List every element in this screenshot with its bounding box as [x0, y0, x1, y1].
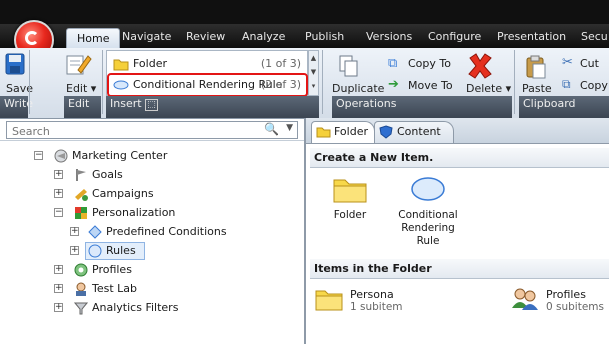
collapse-icon[interactable]: − [54, 208, 63, 217]
expand-icon[interactable]: + [70, 227, 79, 236]
section-header-items: Items in the Folder [310, 259, 609, 279]
tab-folder[interactable]: Folder [311, 121, 375, 143]
group-label-write: Write [0, 96, 33, 118]
tab-review[interactable]: Review [186, 30, 225, 43]
delete-label: Delete ▾ [466, 82, 512, 95]
delete-button[interactable] [466, 52, 494, 80]
folder-icon [315, 290, 343, 311]
copy-to-icon: ⧉ [388, 56, 398, 71]
profiles-folder-item[interactable] [510, 286, 540, 312]
section-header-create: Create a New Item. [310, 148, 609, 168]
create-folder-label: Folder [333, 209, 367, 221]
folder-icon [333, 179, 367, 203]
gallery-scrollbar[interactable]: ▲ ▼ ▾ [308, 50, 319, 96]
expand-icon[interactable]: + [70, 246, 79, 255]
create-conditional-rendering-rule-item[interactable] [410, 176, 446, 202]
tab-configure[interactable]: Configure [428, 30, 481, 43]
profiles-icon [74, 263, 88, 277]
tab-navigate[interactable]: Navigate [122, 30, 171, 43]
paste-button[interactable] [524, 54, 548, 80]
copy-button[interactable]: ⧉ Copy [562, 77, 609, 94]
pane-splitter[interactable] [304, 118, 306, 344]
expand-icon[interactable]: + [54, 265, 63, 274]
floppy-disk-icon [5, 53, 25, 75]
folder-icon [113, 59, 129, 71]
dialog-launcher-icon[interactable]: ⬚ [145, 99, 158, 111]
paste-clipboard-icon [526, 55, 546, 79]
move-to-icon: ➔ [388, 77, 399, 92]
copy-to-button[interactable]: ⧉ Copy To [388, 56, 460, 72]
content-shield-icon [379, 125, 393, 139]
duplicate-icon [339, 55, 358, 77]
ribbon-tab-bar: Home Navigate Review Analyze Publish Ver… [0, 24, 609, 48]
highlight-box [107, 73, 308, 97]
collapse-icon[interactable]: − [34, 151, 43, 160]
rule-oval-icon [411, 177, 445, 201]
chevron-down-icon[interactable]: ▼ [309, 65, 318, 79]
separator [322, 50, 323, 114]
search-icon[interactable]: 🔍 [264, 122, 279, 136]
create-folder-item[interactable] [330, 172, 370, 204]
profiles-subitems: 0 subitems [546, 301, 605, 313]
flag-icon [76, 169, 86, 181]
tab-presentation[interactable]: Presentation [497, 30, 566, 43]
separator [514, 50, 515, 114]
persona-subitems: 1 subitem [350, 301, 403, 313]
persona-folder-item[interactable] [314, 286, 344, 312]
personalization-icon [75, 207, 87, 219]
tab-analyze[interactable]: Analyze [242, 30, 285, 43]
chevron-down-icon[interactable]: ▼ [286, 123, 293, 133]
campaign-icon [75, 189, 88, 201]
rule-icon [88, 244, 102, 258]
separator [102, 50, 103, 114]
expand-icon[interactable]: + [54, 303, 63, 312]
gallery-expand-icon[interactable]: ▾ [309, 79, 318, 93]
chevron-up-icon[interactable]: ▲ [309, 51, 318, 65]
edit-label: Edit ▾ [66, 82, 97, 95]
edit-pencil-icon [66, 55, 92, 75]
create-conditional-rendering-rule-label: Conditional Rendering Rule [398, 209, 458, 247]
tab-home[interactable]: Home [66, 28, 121, 48]
profiles-name[interactable]: Profiles [546, 288, 586, 301]
tab-content[interactable]: Content [374, 121, 454, 143]
group-label-insert: Insert ⬚ [106, 96, 319, 118]
copy-icon: ⧉ [562, 77, 571, 91]
duplicate-label: Duplicate [332, 82, 385, 95]
orb-logo-icon [25, 31, 39, 45]
window-frame [0, 0, 609, 24]
expand-icon[interactable]: + [54, 189, 63, 198]
condition-icon [88, 225, 102, 239]
tab-publish[interactable]: Publish [305, 30, 344, 43]
divider [306, 143, 609, 144]
paste-label: Paste [522, 82, 552, 95]
profiles-people-icon [512, 288, 538, 310]
edit-button[interactable] [64, 52, 92, 78]
tab-versions[interactable]: Versions [366, 30, 412, 43]
persona-name[interactable]: Persona [350, 288, 394, 301]
tab-security[interactable]: Secu [581, 30, 608, 43]
duplicate-button[interactable] [338, 54, 360, 78]
marketing-center-icon [54, 149, 68, 163]
expand-icon[interactable]: + [54, 284, 63, 293]
search-input[interactable] [10, 123, 254, 139]
search-box: 🔍 ▼ [6, 121, 298, 139]
move-to-button[interactable]: ➔ Move To [388, 77, 460, 94]
group-label-edit: Edit [64, 96, 101, 118]
expand-icon[interactable]: + [54, 170, 63, 179]
group-label-clipboard: Clipboard [519, 96, 609, 118]
cut-button[interactable]: ✂ Cut [562, 55, 609, 72]
folder-icon [316, 127, 331, 138]
separator [29, 50, 30, 114]
filter-icon [74, 302, 88, 315]
divider [0, 140, 304, 141]
group-label-operations: Operations [332, 96, 512, 118]
scissors-icon: ✂ [562, 55, 573, 70]
insert-item-folder[interactable]: Folder (1 of 3) [109, 55, 305, 73]
test-lab-icon [76, 282, 86, 296]
save-button[interactable] [4, 52, 26, 78]
delete-x-icon [468, 53, 492, 79]
